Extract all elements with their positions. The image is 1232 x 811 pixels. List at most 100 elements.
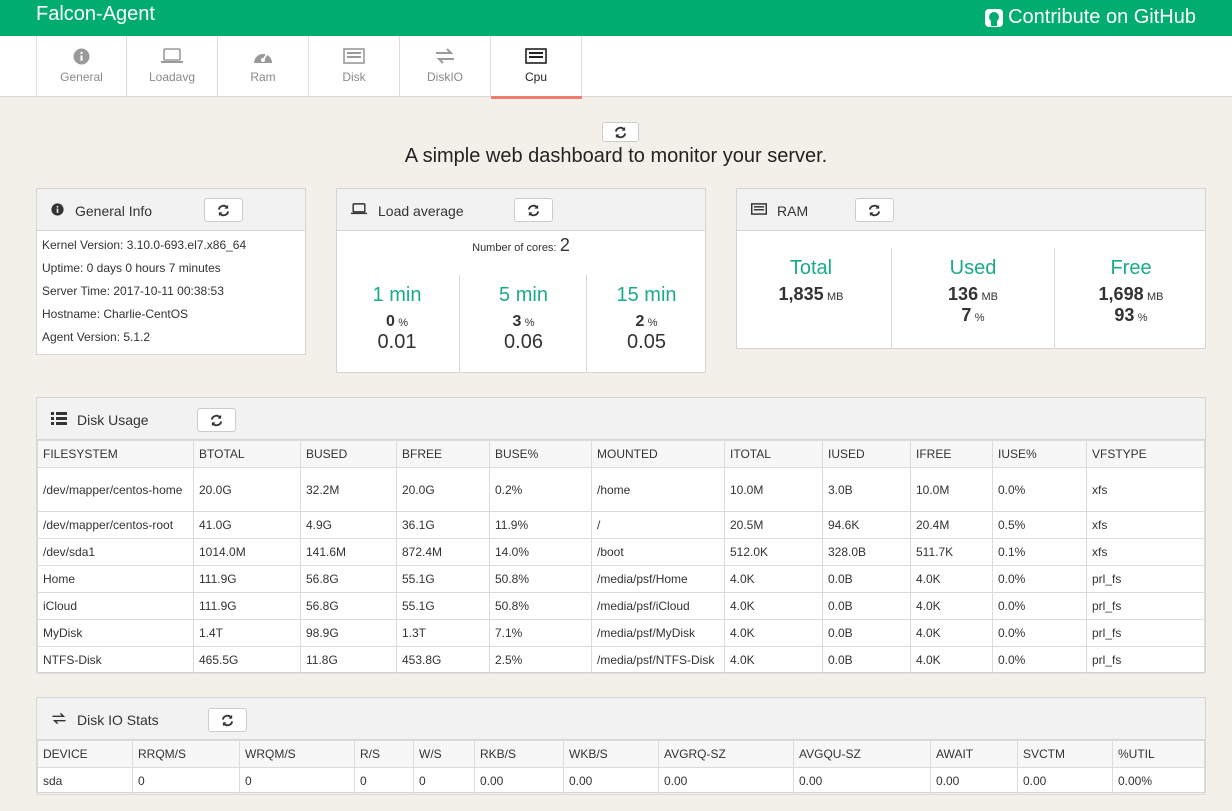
disk-io-refresh-button[interactable] <box>208 708 247 732</box>
divider <box>1054 248 1055 348</box>
ram-used-pct-unit: % <box>974 312 985 324</box>
ram-used-mb: 136 <box>948 284 979 304</box>
table-cell: 4.0K <box>910 565 993 593</box>
table-cell: 4.9G <box>300 511 397 539</box>
tab-disk[interactable]: Disk <box>309 36 400 97</box>
tab-cpu[interactable]: Cpu <box>491 36 582 99</box>
github-link[interactable]: Contribute on GitHub <box>984 6 1196 29</box>
table-cell: 0.0B <box>822 565 911 593</box>
table-cell: 0.1% <box>992 538 1087 566</box>
load-15min-value: 0.05 <box>627 331 666 353</box>
load-average-refresh-button[interactable] <box>514 198 553 222</box>
table-cell: 0.00 <box>474 767 564 795</box>
table-cell: 4.0K <box>910 619 993 647</box>
github-link-label: Contribute on GitHub <box>1008 6 1196 28</box>
load-15min-pct: 2 <box>635 313 645 330</box>
table-cell: 111.9G <box>193 565 301 593</box>
table-row: sda 0 0 0 0 0.00 0.00 0.00 0.00 0.00 0.00 0.00% <box>37 767 1205 795</box>
column-header: WKB/S <box>563 740 659 768</box>
refresh-icon <box>221 714 234 726</box>
column-header: IUSED <box>822 440 911 468</box>
table-cell: 36.1G <box>396 511 490 539</box>
table-cell: prl_fs <box>1086 619 1205 647</box>
table-cell: 20.5M <box>724 511 823 539</box>
general-info-refresh-button[interactable] <box>204 198 243 222</box>
table-cell: 50.8% <box>489 592 592 620</box>
column-header: AWAIT <box>930 740 1018 768</box>
table-cell: 20.0G <box>396 467 490 512</box>
tab-ram[interactable]: Ram <box>218 36 309 97</box>
ram-total-label: Total <box>789 257 833 279</box>
top-bar: Falcon-Agent Contribute on GitHub <box>0 0 1232 36</box>
column-header: RRQM/S <box>132 740 240 768</box>
table-cell: 55.1G <box>396 592 490 620</box>
refresh-all-button[interactable] <box>602 122 639 142</box>
table-cell: 111.9G <box>193 592 301 620</box>
ram-free-mb: 1,698 <box>1098 284 1144 304</box>
table-row: NTFS-Disk 465.5G 11.8G 453.8G 2.5%/media/psf… <box>37 646 1205 674</box>
tab-general[interactable]: General <box>36 36 127 97</box>
general-info-header: General Info <box>37 189 305 231</box>
cores-value: 2 <box>559 235 570 255</box>
table-cell: 41.0G <box>193 511 301 539</box>
table-cell: 511.7K <box>910 538 993 566</box>
general-info-panel: General Info Kernel Version: 3.10.0-693.… <box>36 188 306 355</box>
table-cell: 453.8G <box>396 646 490 674</box>
disk-usage-title: Disk Usage <box>77 412 149 428</box>
table-cell: 4.0K <box>724 646 823 674</box>
column-header: DEVICE <box>37 740 133 768</box>
tab-loadavg[interactable]: Loadavg <box>127 36 218 97</box>
table-cell: 0.0% <box>992 565 1087 593</box>
ram-free-unit: MB <box>1146 291 1164 303</box>
load-average-header: Load average <box>337 189 705 231</box>
cores-line: Number of cores: 2 <box>337 235 705 256</box>
tab-diskio[interactable]: DiskIO <box>400 36 491 97</box>
table-cell: 56.8G <box>300 592 397 620</box>
table-cell: 20.4M <box>910 511 993 539</box>
table-cell: prl_fs <box>1086 592 1205 620</box>
table-cell: 2.5% <box>489 646 592 674</box>
column-header: ITOTAL <box>724 440 823 468</box>
divider <box>586 275 587 373</box>
table-cell: 0.0% <box>992 592 1087 620</box>
disk-io-panel: Disk IO Stats DEVICE RRQM/S WRQM/S R/S W… <box>36 697 1206 795</box>
column-header: SVCTM <box>1017 740 1113 768</box>
table-cell: 0.0% <box>992 467 1087 512</box>
disk-usage-refresh-button[interactable] <box>197 408 236 432</box>
table-cell: 4.0K <box>910 646 993 674</box>
ram-total: Total 1,835 MB <box>737 257 885 305</box>
table-cell: 10.0M <box>724 467 823 512</box>
load-15min-label: 15 min <box>616 284 677 306</box>
tab-bar: General Loadavg Ram Disk DiskIO Cpu <box>0 36 1232 99</box>
table-cell: 3.0B <box>822 467 911 512</box>
refresh-icon <box>217 204 230 216</box>
table-cell: 0.0% <box>992 646 1087 674</box>
load-1min-label: 1 min <box>372 284 422 306</box>
column-header: W/S <box>413 740 475 768</box>
disk-header-row: FILESYSTEM BTOTAL BUSED BFREE BUSE% MOUN… <box>37 440 1205 468</box>
table-cell: /dev/mapper/centos-root <box>37 511 194 539</box>
refresh-icon <box>210 414 223 426</box>
table-cell: sda <box>37 767 133 795</box>
table-cell: 512.0K <box>724 538 823 566</box>
disk-io-table: DEVICE RRQM/S WRQM/S R/S W/S RKB/S WKB/S… <box>37 740 1205 795</box>
table-cell: 1.4T <box>193 619 301 647</box>
table-cell: xfs <box>1086 467 1205 512</box>
table-cell: 55.1G <box>396 565 490 593</box>
laptop-icon <box>127 48 217 66</box>
table-cell: 4.0K <box>910 592 993 620</box>
table-cell: 0.0% <box>992 619 1087 647</box>
load-1min-value: 0.01 <box>377 331 417 353</box>
table-cell: 0.0B <box>822 646 911 674</box>
table-cell: 56.8G <box>300 565 397 593</box>
table-cell: 0.00 <box>1017 767 1113 795</box>
table-cell: /media/psf/Home <box>591 565 725 593</box>
list-icon <box>751 203 767 218</box>
table-cell: iCloud <box>37 592 194 620</box>
load-5min-label: 5 min <box>499 284 548 306</box>
disk-usage-header: Disk Usage <box>37 398 1205 440</box>
brand-title[interactable]: Falcon-Agent <box>36 3 155 26</box>
ram-total-unit: MB <box>826 291 844 303</box>
table-cell: 0.0B <box>822 592 911 620</box>
ram-refresh-button[interactable] <box>855 198 894 222</box>
